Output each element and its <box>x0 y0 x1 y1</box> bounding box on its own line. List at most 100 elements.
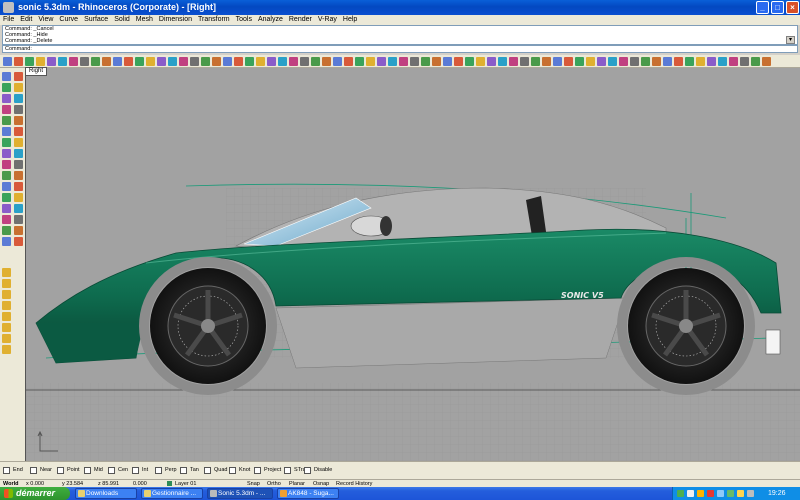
toolbar-tool-icon[interactable] <box>14 57 23 66</box>
toolbar-tool-icon[interactable] <box>278 57 287 66</box>
modeling-tool-icon[interactable] <box>2 237 11 246</box>
toolbar-tool-icon[interactable] <box>146 57 155 66</box>
toolbar-tool-icon[interactable] <box>300 57 309 66</box>
checkbox[interactable] <box>304 467 311 474</box>
toolbar-tool-icon[interactable] <box>355 57 364 66</box>
toolbar-tool-icon[interactable] <box>718 57 727 66</box>
toolbar-tool-icon[interactable] <box>388 57 397 66</box>
checkbox[interactable] <box>132 467 139 474</box>
toolbar-tool-icon[interactable] <box>168 57 177 66</box>
maximize-button[interactable]: □ <box>771 1 784 14</box>
toolbar-tool-icon[interactable] <box>663 57 672 66</box>
tray-icon[interactable] <box>727 490 734 497</box>
toolbar-tool-icon[interactable] <box>652 57 661 66</box>
menu-dimension[interactable]: Dimension <box>156 15 195 25</box>
toolbar-tool-icon[interactable] <box>267 57 276 66</box>
modeling-tool-icon[interactable] <box>14 160 23 169</box>
toolbar-tool-icon[interactable] <box>641 57 650 66</box>
modeling-tool-icon[interactable] <box>2 149 11 158</box>
modeling-tool-icon[interactable] <box>2 116 11 125</box>
modeling-tool-icon[interactable] <box>14 237 23 246</box>
osnap-tool-icon[interactable] <box>2 312 11 321</box>
modeling-tool-icon[interactable] <box>2 94 11 103</box>
toolbar-tool-icon[interactable] <box>80 57 89 66</box>
toolbar-tool-icon[interactable] <box>674 57 683 66</box>
checkbox[interactable] <box>254 467 261 474</box>
modeling-tool-icon[interactable] <box>14 116 23 125</box>
toolbar-tool-icon[interactable] <box>487 57 496 66</box>
toolbar-tool-icon[interactable] <box>91 57 100 66</box>
tray-icon[interactable] <box>737 490 744 497</box>
menu-transform[interactable]: Transform <box>195 15 233 25</box>
tray-icon[interactable] <box>697 490 704 497</box>
toolbar-tool-icon[interactable] <box>234 57 243 66</box>
toolbar-tool-icon[interactable] <box>36 57 45 66</box>
toolbar-tool-icon[interactable] <box>102 57 111 66</box>
toolbar-tool-icon[interactable] <box>751 57 760 66</box>
modeling-tool-icon[interactable] <box>2 182 11 191</box>
toolbar-tool-icon[interactable] <box>333 57 342 66</box>
history-scroll-down[interactable]: ▾ <box>786 36 795 44</box>
toolbar-tool-icon[interactable] <box>58 57 67 66</box>
checkbox[interactable] <box>84 467 91 474</box>
start-button[interactable]: démarrer <box>0 487 70 500</box>
task-downloads[interactable]: Downloads <box>75 488 137 499</box>
toolbar-tool-icon[interactable] <box>630 57 639 66</box>
modeling-tool-icon[interactable] <box>14 226 23 235</box>
menu-edit[interactable]: Edit <box>17 15 35 25</box>
toolbar-tool-icon[interactable] <box>696 57 705 66</box>
toolbar-tool-icon[interactable] <box>432 57 441 66</box>
tray-icon[interactable] <box>747 490 754 497</box>
toolbar-tool-icon[interactable] <box>25 57 34 66</box>
modeling-tool-icon[interactable] <box>2 138 11 147</box>
modeling-tool-icon[interactable] <box>2 171 11 180</box>
checkbox[interactable] <box>30 467 37 474</box>
toolbar-tool-icon[interactable] <box>619 57 628 66</box>
viewport-right[interactable]: SONIC V5 <box>25 68 800 461</box>
menu-vray[interactable]: V-Ray <box>315 15 340 25</box>
toolbar-tool-icon[interactable] <box>245 57 254 66</box>
toolbar-tool-icon[interactable] <box>586 57 595 66</box>
tray-icon[interactable] <box>677 490 684 497</box>
checkbox[interactable] <box>180 467 187 474</box>
rhino-app-icon[interactable] <box>3 2 14 13</box>
checkbox[interactable] <box>229 467 236 474</box>
toolbar-tool-icon[interactable] <box>421 57 430 66</box>
toolbar-tool-icon[interactable] <box>322 57 331 66</box>
menu-solid[interactable]: Solid <box>111 15 133 25</box>
task-sonic-rhino[interactable]: Sonic 5.3dm - ... <box>207 488 273 499</box>
toolbar-tool-icon[interactable] <box>399 57 408 66</box>
modeling-tool-icon[interactable] <box>2 226 11 235</box>
modeling-tool-icon[interactable] <box>14 105 23 114</box>
checkbox[interactable] <box>284 467 291 474</box>
tray-icon[interactable] <box>717 490 724 497</box>
toolbar-tool-icon[interactable] <box>3 57 12 66</box>
osnap-tool-icon[interactable] <box>2 279 11 288</box>
toolbar-tool-icon[interactable] <box>256 57 265 66</box>
toolbar-tool-icon[interactable] <box>542 57 551 66</box>
modeling-tool-icon[interactable] <box>14 149 23 158</box>
menu-help[interactable]: Help <box>340 15 360 25</box>
toolbar-tool-icon[interactable] <box>597 57 606 66</box>
modeling-tool-icon[interactable] <box>14 182 23 191</box>
tray-icon[interactable] <box>687 490 694 497</box>
task-gestionnaire[interactable]: Gestionnaire ... <box>141 488 203 499</box>
viewport-scene[interactable]: SONIC V5 <box>26 68 800 461</box>
osnap-tool-icon[interactable] <box>2 323 11 332</box>
toolbar-tool-icon[interactable] <box>520 57 529 66</box>
toolbar-tool-icon[interactable] <box>443 57 452 66</box>
tray-icon[interactable] <box>707 490 714 497</box>
toolbar-tool-icon[interactable] <box>124 57 133 66</box>
modeling-tool-icon[interactable] <box>2 83 11 92</box>
modeling-tool-icon[interactable] <box>2 127 11 136</box>
toolbar-tool-icon[interactable] <box>762 57 771 66</box>
toolbar-tool-icon[interactable] <box>729 57 738 66</box>
checkbox[interactable] <box>155 467 162 474</box>
osnap-tool-icon[interactable] <box>2 268 11 277</box>
modeling-tool-icon[interactable] <box>2 72 11 81</box>
toolbar-tool-icon[interactable] <box>465 57 474 66</box>
modeling-tool-icon[interactable] <box>14 72 23 81</box>
toolbar-tool-icon[interactable] <box>553 57 562 66</box>
menu-analyze[interactable]: Analyze <box>255 15 286 25</box>
menu-view[interactable]: View <box>35 15 56 25</box>
